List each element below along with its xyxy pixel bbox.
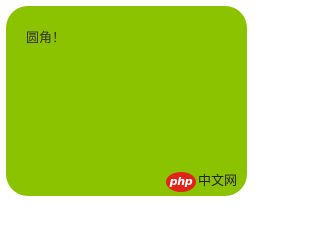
box-text: 圆角！ — [26, 31, 66, 46]
rounded-corner-box: 圆角！ — [6, 6, 247, 196]
watermark-site-text: 中文网 — [198, 174, 238, 189]
page: 圆角！ php 中文网 — [0, 0, 256, 201]
php-cn-watermark: php 中文网 — [166, 171, 237, 193]
php-logo-icon: php — [166, 172, 196, 192]
